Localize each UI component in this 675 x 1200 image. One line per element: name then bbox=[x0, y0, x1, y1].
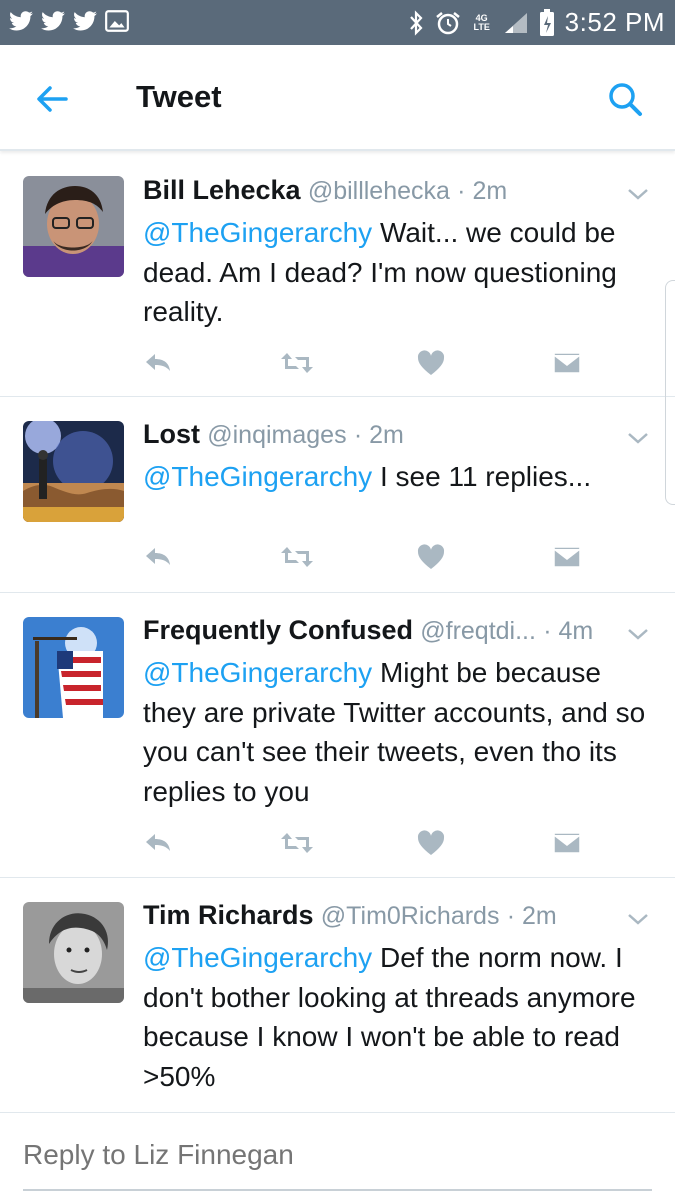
tweet-header: Lost @inqimages · 2m bbox=[143, 419, 595, 450]
reply-button[interactable] bbox=[143, 349, 173, 383]
tweet[interactable]: Bill Lehecka @billlehecka · 2m @TheGinge… bbox=[0, 153, 675, 397]
tweet-body: I see 11 replies... bbox=[372, 461, 592, 492]
avatar[interactable] bbox=[23, 902, 124, 1003]
twitter-icon bbox=[73, 11, 97, 31]
avatar[interactable] bbox=[23, 617, 124, 718]
status-time: 3:52 PM bbox=[564, 7, 665, 37]
chevron-down-icon[interactable] bbox=[625, 625, 651, 643]
twitter-icon bbox=[9, 11, 33, 31]
direct-message-button[interactable] bbox=[553, 349, 581, 383]
chevron-down-icon[interactable] bbox=[625, 910, 651, 928]
tweet-time: · 4m bbox=[543, 617, 594, 645]
scrollbar[interactable] bbox=[665, 280, 675, 505]
heart-icon bbox=[417, 350, 445, 375]
input-underline bbox=[23, 1189, 652, 1191]
retweet-icon bbox=[281, 353, 313, 373]
reply-icon bbox=[146, 354, 170, 371]
tweet-text: @TheGingerarchy I see 11 replies... bbox=[143, 457, 653, 497]
reply-button[interactable] bbox=[143, 829, 173, 863]
author-name[interactable]: Bill Lehecka bbox=[143, 175, 301, 205]
alarm-icon bbox=[435, 11, 460, 34]
reply-button[interactable] bbox=[143, 543, 173, 577]
reply-icon bbox=[146, 834, 170, 851]
tweet-text: @TheGingerarchy Might be because they ar… bbox=[143, 653, 653, 811]
heart-icon bbox=[417, 544, 445, 569]
author-name[interactable]: Tim Richards bbox=[143, 900, 314, 930]
tweet-text: @TheGingerarchy Def the norm now. I don'… bbox=[143, 938, 653, 1096]
back-button[interactable] bbox=[30, 77, 74, 121]
author-handle[interactable]: @billlehecka bbox=[308, 177, 450, 205]
heart-icon bbox=[417, 830, 445, 855]
chevron-down-icon[interactable] bbox=[625, 185, 651, 203]
retweet-button[interactable] bbox=[279, 829, 315, 863]
avatar-image bbox=[23, 421, 124, 522]
direct-message-button[interactable] bbox=[553, 829, 581, 863]
author-handle[interactable]: @inqimages bbox=[207, 421, 346, 449]
author-name[interactable]: Frequently Confused bbox=[143, 615, 413, 645]
tweet-actions bbox=[143, 349, 603, 383]
like-button[interactable] bbox=[417, 543, 445, 577]
mention-link[interactable]: @TheGingerarchy bbox=[143, 942, 372, 973]
system-icons: 4G LTE 3:52 PM bbox=[407, 0, 665, 45]
search-icon bbox=[609, 83, 642, 116]
avatar-image bbox=[23, 617, 124, 718]
app-header: Tweet bbox=[0, 45, 675, 151]
status-bar: 4G LTE 3:52 PM bbox=[0, 0, 675, 45]
bluetooth-icon bbox=[409, 9, 423, 36]
chevron-down-icon[interactable] bbox=[625, 429, 651, 447]
tweet-actions bbox=[143, 829, 603, 863]
like-button[interactable] bbox=[417, 349, 445, 383]
search-button[interactable] bbox=[603, 77, 647, 121]
mention-link[interactable]: @TheGingerarchy bbox=[143, 217, 372, 248]
back-arrow-icon bbox=[37, 86, 68, 112]
retweet-button[interactable] bbox=[279, 349, 315, 383]
battery-icon bbox=[539, 8, 554, 36]
page-title: Tweet bbox=[136, 79, 222, 114]
reply-composer bbox=[0, 1112, 675, 1200]
author-handle[interactable]: @Tim0Richards bbox=[321, 902, 500, 930]
mention-link[interactable]: @TheGingerarchy bbox=[143, 461, 372, 492]
direct-message-button[interactable] bbox=[553, 543, 581, 577]
reply-icon bbox=[146, 548, 170, 565]
image-icon bbox=[105, 10, 129, 32]
tweet-header: Tim Richards @Tim0Richards · 2m bbox=[143, 900, 595, 931]
tweet[interactable]: Tim Richards @Tim0Richards · 2m @TheGing… bbox=[0, 878, 675, 1112]
like-button[interactable] bbox=[417, 829, 445, 863]
signal-icon bbox=[504, 12, 527, 33]
avatar[interactable] bbox=[23, 421, 124, 522]
author-name[interactable]: Lost bbox=[143, 419, 200, 449]
avatar-image bbox=[23, 176, 124, 277]
notification-icons bbox=[8, 8, 130, 34]
tweet-time: · 2m bbox=[457, 177, 508, 205]
avatar-image bbox=[23, 902, 124, 1003]
envelope-icon bbox=[553, 546, 581, 568]
twitter-icon bbox=[41, 11, 65, 31]
retweet-icon bbox=[281, 833, 313, 853]
retweet-button[interactable] bbox=[279, 543, 315, 577]
author-handle[interactable]: @freqtdi... bbox=[420, 617, 536, 645]
tweet[interactable]: Lost @inqimages · 2m @TheGingerarchy I s… bbox=[0, 397, 675, 593]
tweet-time: · 2m bbox=[353, 421, 404, 449]
retweet-icon bbox=[281, 547, 313, 567]
tweet-text: @TheGingerarchy Wait... we could be dead… bbox=[143, 213, 653, 332]
envelope-icon bbox=[553, 352, 581, 374]
tweet[interactable]: Frequently Confused @freqtdi... · 4m @Th… bbox=[0, 593, 675, 878]
avatar[interactable] bbox=[23, 176, 124, 277]
tweet-actions bbox=[143, 543, 603, 577]
tweet-time: · 2m bbox=[506, 902, 557, 930]
network-4g-icon: 4G LTE bbox=[473, 12, 490, 32]
mention-link[interactable]: @TheGingerarchy bbox=[143, 657, 372, 688]
tweet-header: Frequently Confused @freqtdi... · 4m bbox=[143, 615, 595, 646]
reply-input[interactable] bbox=[23, 1139, 653, 1171]
tweet-header: Bill Lehecka @billlehecka · 2m bbox=[143, 175, 595, 206]
envelope-icon bbox=[553, 832, 581, 854]
